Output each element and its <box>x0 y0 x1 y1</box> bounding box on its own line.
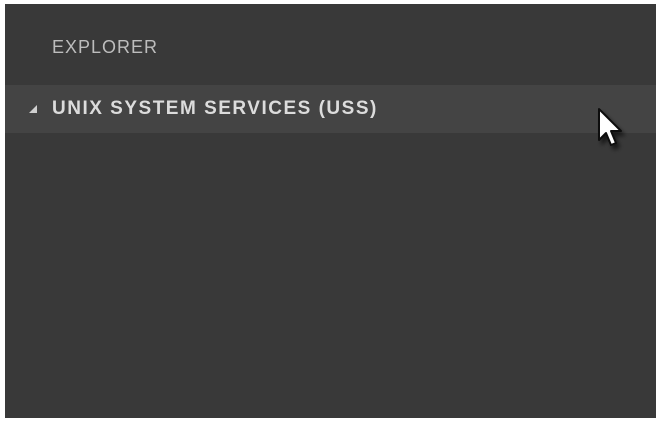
explorer-title: EXPLORER <box>52 37 159 57</box>
section-header-uss[interactable]: UNIX SYSTEM SERVICES (USS) <box>5 85 656 133</box>
explorer-panel: EXPLORER UNIX SYSTEM SERVICES (USS) <box>5 4 656 418</box>
triangle-down-icon[interactable] <box>28 104 38 114</box>
section-label: UNIX SYSTEM SERVICES (USS) <box>52 98 378 119</box>
